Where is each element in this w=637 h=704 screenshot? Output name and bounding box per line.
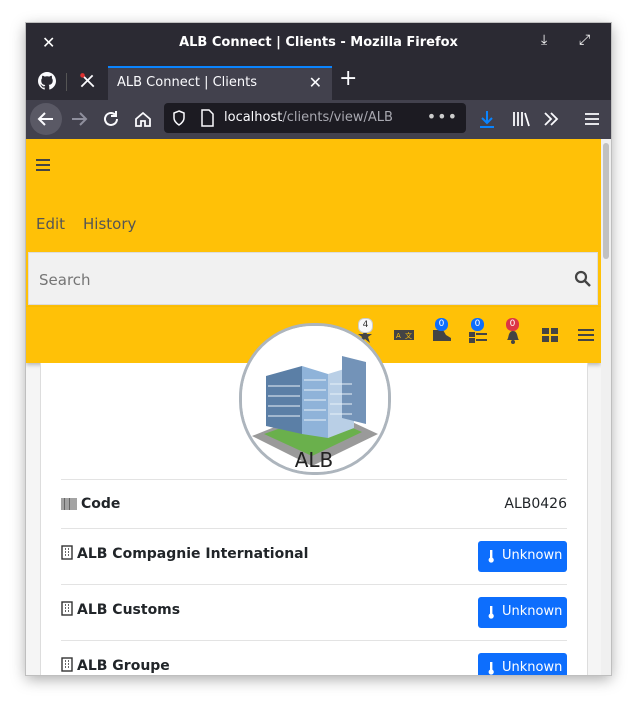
window-title: ALB Connect | Clients - Mozilla Firefox — [179, 35, 458, 50]
client-card: ALB Code ALB0426 ALB Compagnie Internati… — [40, 323, 588, 675]
company-row: ALB Customs Unknown — [61, 584, 567, 640]
status-button[interactable]: Unknown — [478, 597, 567, 628]
new-tab-button[interactable]: + — [339, 66, 357, 91]
tab-title: ALB Connect | Clients — [117, 75, 257, 90]
cart-button[interactable]: 0 — [431, 318, 453, 346]
navigation-bar: localhost/clients/view/ALB ••• — [26, 100, 611, 139]
status-button[interactable]: Unknown — [478, 653, 567, 675]
search-icon — [574, 270, 591, 287]
shield-icon[interactable] — [172, 110, 186, 126]
company-row: ALB Groupe Unknown — [61, 640, 567, 675]
page-scrollbar[interactable] — [601, 139, 611, 675]
url-host: localhost — [224, 110, 283, 125]
company-label: ALB Compagnie International — [61, 545, 308, 562]
forward-icon[interactable] — [68, 108, 90, 130]
client-name: ALB — [294, 448, 334, 472]
company-row: ALB Compagnie International Unknown — [61, 528, 567, 584]
page-actions-icon[interactable]: ••• — [427, 107, 458, 126]
code-label: Code — [61, 496, 120, 512]
thermometer-icon — [488, 550, 494, 563]
title-bar: ✕ ALB Connect | Clients - Mozilla Firefo… — [26, 23, 611, 63]
notifications-badge: 0 — [506, 318, 519, 331]
url-text: localhost/clients/view/ALB — [224, 110, 393, 125]
company-label: ALB Customs — [61, 601, 180, 618]
browser-window: ✕ ALB Connect | Clients - Mozilla Firefo… — [26, 23, 611, 675]
favorites-badge: 4 — [358, 318, 373, 333]
cart-badge: 0 — [435, 318, 448, 331]
home-icon[interactable] — [132, 108, 154, 130]
apps-icon — [542, 328, 558, 342]
code-value: ALB0426 — [504, 496, 567, 512]
tab-active[interactable]: ALB Connect | Clients ✕ — [108, 66, 332, 100]
history-link[interactable]: History — [83, 215, 136, 233]
code-label-text: Code — [81, 496, 121, 512]
building-icon — [61, 657, 73, 672]
status-label: Unknown — [502, 548, 563, 563]
sidebar-toggle-icon[interactable] — [36, 159, 50, 171]
tab-separator — [66, 73, 67, 91]
building-icon — [61, 601, 73, 616]
overflow-icon[interactable] — [540, 108, 562, 130]
status-label: Unknown — [502, 604, 563, 619]
svg-text:A: A — [396, 332, 401, 340]
menu-icon — [578, 329, 594, 341]
back-button[interactable] — [30, 103, 62, 135]
reload-icon[interactable] — [100, 108, 122, 130]
url-bar[interactable]: localhost/clients/view/ALB ••• — [164, 103, 466, 133]
thermometer-icon — [488, 662, 494, 675]
back-arrow-icon — [37, 112, 53, 126]
status-button[interactable]: Unknown — [478, 541, 567, 572]
page-icon — [201, 109, 214, 127]
svg-text:文: 文 — [405, 331, 412, 340]
top-navbar: Edit History — [26, 139, 601, 250]
maximize-button[interactable]: ⤢ — [579, 32, 590, 48]
tasks-button[interactable]: 0 — [467, 318, 489, 346]
library-icon[interactable] — [510, 108, 532, 130]
scrollbar-thumb[interactable] — [603, 143, 609, 259]
apps-button[interactable] — [539, 324, 561, 346]
barcode-icon — [61, 498, 77, 510]
company-label: ALB Groupe — [61, 657, 170, 674]
edit-link[interactable]: Edit — [36, 215, 65, 233]
tab-close-icon[interactable]: ✕ — [309, 73, 322, 92]
notifications-button[interactable]: 0 — [502, 318, 524, 346]
app-menu-icon[interactable] — [581, 108, 603, 130]
building-icon — [61, 545, 73, 560]
translate-icon: A文 — [394, 330, 414, 340]
downloads-icon[interactable] — [476, 108, 498, 130]
download-icon[interactable]: ⤓ — [541, 32, 547, 48]
tab-bar: ALB Connect | Clients ✕ + — [26, 63, 611, 100]
company-name: ALB Compagnie International — [77, 546, 309, 562]
url-path: /clients/view/ALB — [282, 110, 393, 125]
search-box — [28, 252, 598, 305]
company-name: ALB Groupe — [77, 658, 170, 674]
tasks-badge: 0 — [471, 318, 484, 331]
translate-button[interactable]: A文 — [393, 324, 415, 346]
client-code-row: Code ALB0426 — [61, 479, 567, 528]
thermometer-icon — [488, 606, 494, 619]
tools-icon[interactable] — [78, 72, 96, 90]
page-viewport: Edit History 4 A文 0 — [26, 139, 601, 675]
search-button[interactable] — [566, 253, 599, 304]
status-label: Unknown — [502, 660, 563, 675]
menu-button[interactable] — [575, 324, 597, 346]
github-icon[interactable] — [38, 72, 56, 90]
search-bar — [26, 250, 601, 307]
company-name: ALB Customs — [77, 602, 181, 618]
search-input[interactable] — [37, 267, 541, 293]
